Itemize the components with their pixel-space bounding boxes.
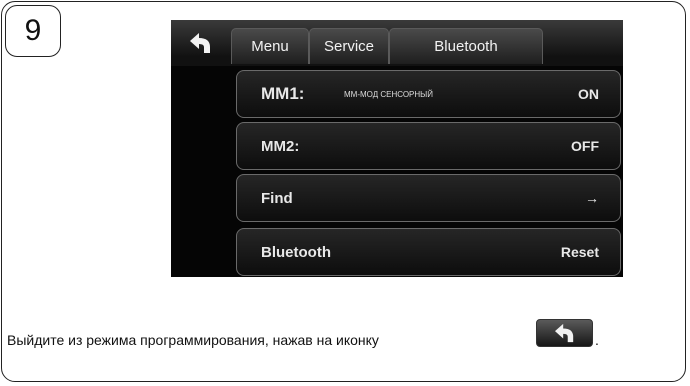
tab-bluetooth[interactable]: Bluetooth (389, 28, 543, 64)
bluetooth-label: Bluetooth (261, 243, 331, 261)
instruction-text: Выйдите из режима программирования, нажа… (7, 332, 379, 348)
mm1-row[interactable]: MM1: ММ-МОД СЕНСОРНЫЙ ON (236, 70, 621, 118)
bluetooth-reset-row[interactable]: Bluetooth Reset (236, 228, 621, 276)
tab-bluetooth-label: Bluetooth (434, 38, 498, 55)
back-arrow-icon (190, 33, 210, 53)
mm1-label: MM1: (261, 84, 305, 103)
find-label: Find (261, 189, 293, 207)
instruction-end: . (595, 332, 599, 348)
step-number: 9 (24, 14, 42, 47)
head-unit-screen: Menu Service Bluetooth MM1: ММ-МОД СЕНСО… (171, 20, 623, 277)
top-bar: Menu Service Bluetooth (171, 20, 623, 66)
step-number-badge: 9 (5, 5, 61, 57)
back-arrow-icon (554, 323, 573, 343)
reset-value: Reset (560, 244, 599, 260)
mm2-row[interactable]: MM2: OFF (236, 122, 621, 170)
right-arrow-icon: → (585, 190, 599, 206)
tab-service[interactable]: Service (309, 28, 389, 64)
find-row[interactable]: Find → (236, 174, 621, 222)
mm1-value: ON (578, 86, 599, 102)
tab-menu-label: Menu (251, 38, 289, 55)
mm1-mode-text: ММ-МОД СЕНСОРНЫЙ (344, 89, 434, 99)
mm2-label: MM2: (261, 137, 300, 155)
tab-menu[interactable]: Menu (231, 28, 309, 64)
back-button-illustration (536, 319, 593, 347)
tab-service-label: Service (323, 38, 375, 55)
mm2-value: OFF (571, 138, 599, 154)
back-button[interactable] (171, 20, 231, 66)
